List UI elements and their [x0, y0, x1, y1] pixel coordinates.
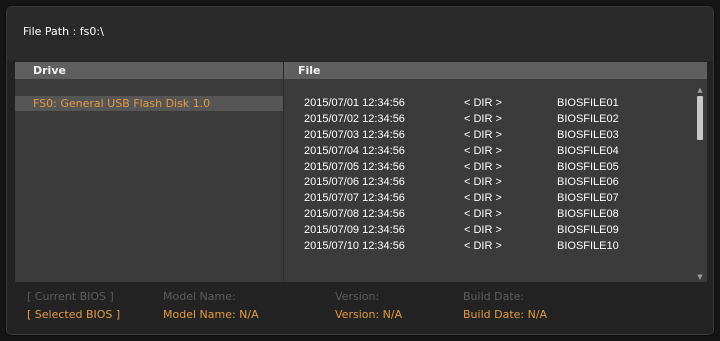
- file-type: < DIR >: [464, 192, 502, 205]
- file-panel-header: File: [284, 62, 707, 79]
- current-version: Version:: [335, 290, 380, 303]
- file-type: < DIR >: [464, 224, 502, 237]
- scroll-down-icon[interactable]: ▼: [695, 273, 705, 281]
- file-type: < DIR >: [464, 240, 502, 253]
- file-row[interactable]: 2015/07/08 12:34:56 < DIR > BIOSFILE08: [284, 208, 704, 224]
- file-type: < DIR >: [464, 160, 502, 173]
- file-name: BIOSFILE04: [557, 144, 619, 157]
- current-build-date: Build Date:: [463, 290, 525, 303]
- file-date: 2015/07/01 12:34:56: [304, 97, 405, 109]
- file-row[interactable]: 2015/07/01 12:34:56 < DIR > BIOSFILE01: [284, 97, 704, 113]
- drive-panel: Drive FS0: General USB Flash Disk 1.0: [15, 62, 283, 282]
- file-name: BIOSFILE10: [557, 240, 619, 253]
- selected-bios-info: [ Selected BIOS ] Model Name: N/A Versio…: [27, 308, 707, 323]
- file-name: BIOSFILE07: [557, 192, 619, 205]
- file-type: < DIR >: [464, 97, 502, 109]
- file-date: 2015/07/02 12:34:56: [304, 112, 405, 125]
- file-name: BIOSFILE03: [557, 128, 619, 141]
- file-date: 2015/07/09 12:34:56: [304, 224, 405, 237]
- file-row[interactable]: 2015/07/04 12:34:56 < DIR > BIOSFILE04: [284, 145, 704, 161]
- bios-flash-window: File Path : fs0:\ Drive FS0: General USB…: [6, 6, 714, 335]
- current-bios-info: [ Current BIOS ] Model Name: Version: Bu…: [27, 290, 707, 305]
- file-row[interactable]: 2015/07/02 12:34:56 < DIR > BIOSFILE02: [284, 113, 704, 129]
- file-panel: File 2015/07/01 12:34:56 < DIR > BIOSFILE0…: [283, 62, 707, 282]
- scrollbar-thumb[interactable]: [697, 96, 703, 140]
- file-name: BIOSFILE02: [557, 112, 619, 125]
- current-model-name: Model Name:: [163, 290, 236, 303]
- drive-item-fs0[interactable]: FS0: General USB Flash Disk 1.0: [15, 96, 283, 111]
- file-row[interactable]: 2015/07/10 12:34:56 < DIR > BIOSFILE10: [284, 240, 704, 256]
- file-type: < DIR >: [464, 208, 502, 221]
- file-name: BIOSFILE09: [557, 224, 619, 237]
- file-list-scrollbar[interactable]: ▲ ▼: [695, 86, 705, 281]
- file-date: 2015/07/07 12:34:56: [304, 192, 405, 205]
- file-date: 2015/07/04 12:34:56: [304, 144, 405, 157]
- file-date: 2015/07/05 12:34:56: [304, 160, 405, 173]
- file-row[interactable]: 2015/07/09 12:34:56 < DIR > BIOSFILE09: [284, 224, 704, 240]
- file-path-bar: File Path : fs0:\: [7, 7, 713, 61]
- file-path-label: File Path : fs0:\: [23, 25, 104, 38]
- file-type: < DIR >: [464, 176, 502, 189]
- file-row[interactable]: 2015/07/05 12:34:56 < DIR > BIOSFILE05: [284, 161, 704, 177]
- file-row[interactable]: 2015/07/03 12:34:56 < DIR > BIOSFILE03: [284, 129, 704, 145]
- file-name: BIOSFILE05: [557, 160, 619, 173]
- selected-version: Version: N/A: [335, 308, 403, 321]
- scroll-up-icon[interactable]: ▲: [695, 86, 705, 94]
- current-bios-label: [ Current BIOS ]: [27, 290, 114, 303]
- file-date: 2015/07/08 12:34:56: [304, 208, 405, 221]
- file-date: 2015/07/10 12:34:56: [304, 240, 405, 253]
- file-row[interactable]: 2015/07/07 12:34:56 < DIR > BIOSFILE07: [284, 192, 704, 208]
- file-type: < DIR >: [464, 144, 502, 157]
- selected-model-name: Model Name: N/A: [163, 308, 259, 321]
- file-name: BIOSFILE08: [557, 208, 619, 221]
- drive-panel-header: Drive: [15, 62, 283, 79]
- file-list: 2015/07/01 12:34:56 < DIR > BIOSFILE01 2015…: [284, 97, 704, 256]
- file-date: 2015/07/03 12:34:56: [304, 128, 405, 141]
- file-name: BIOSFILE01: [557, 97, 619, 109]
- selected-bios-label: [ Selected BIOS ]: [27, 308, 121, 321]
- file-date: 2015/07/06 12:34:56: [304, 176, 405, 189]
- selected-build-date: Build Date: N/A: [463, 308, 548, 321]
- file-type: < DIR >: [464, 112, 502, 125]
- file-row[interactable]: 2015/07/06 12:34:56 < DIR > BIOSFILE06: [284, 176, 704, 192]
- file-type: < DIR >: [464, 128, 502, 141]
- file-name: BIOSFILE06: [557, 176, 619, 189]
